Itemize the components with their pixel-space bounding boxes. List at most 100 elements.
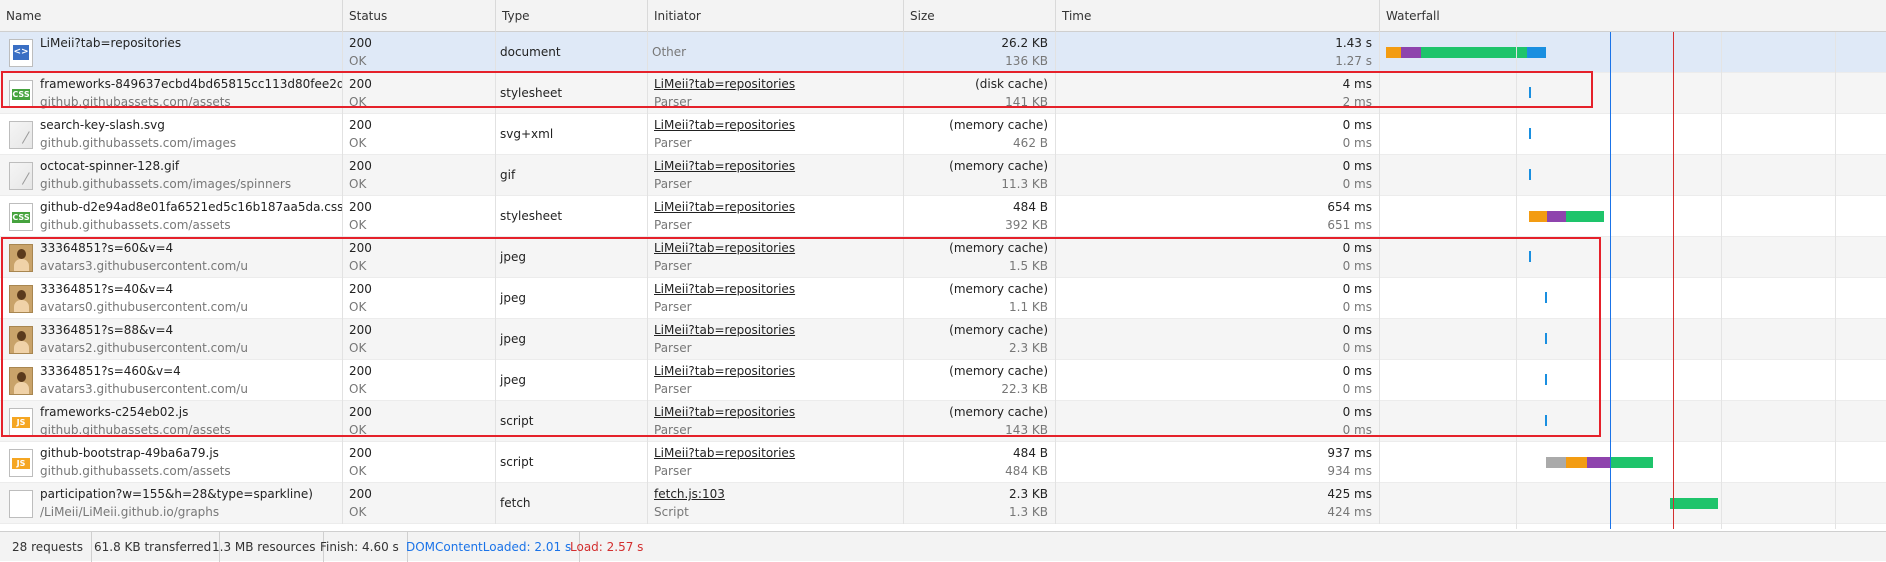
initiator-cell: LiMeii?tab=repositories Parser [648,196,904,237]
column-header-name[interactable]: Name [0,0,343,32]
size-cell: 2.3 KB 1.3 KB [904,483,1056,524]
initiator-link[interactable]: LiMeii?tab=repositories [654,118,795,132]
total-time: 425 ms [1327,487,1372,501]
file-type-label: <> [13,45,29,60]
total-time: 654 ms [1327,200,1372,214]
request-domain: github.githubassets.com/images [40,136,237,150]
request-name[interactable]: search-key-slash.svg [40,118,165,132]
resource-size: 484 KB [1005,464,1048,478]
blank-file-icon [9,490,33,518]
status-text: OK [349,218,367,232]
resource-size: 1.3 KB [1009,505,1048,519]
waterfall-gridline [1721,32,1722,529]
name-cell[interactable]: CSS github-d2e94ad8e01fa6521ed5c16b187aa5… [0,196,343,237]
status-text: OK [349,464,367,478]
waterfall-tick [1529,128,1531,139]
request-name[interactable]: github-bootstrap-49ba6a79.js [40,446,219,460]
status-text: OK [349,54,367,68]
request-domain: github.githubassets.com/assets [40,218,231,232]
waterfall-gridline [1835,32,1836,529]
request-name[interactable]: octocat-spinner-128.gif [40,159,179,173]
size-cell: (memory cache) 11.3 KB [904,155,1056,196]
initiator-type: Parser [654,177,692,191]
resource-type: stylesheet [500,209,563,223]
status-cell: 200 OK [343,32,496,73]
latency-time: 1.27 s [1335,54,1372,68]
status-cell: 200 OK [343,196,496,237]
name-cell[interactable]: participation?w=155&h=28&type=sparkline)… [0,483,343,524]
request-name[interactable]: participation?w=155&h=28&type=sparkline) [40,487,313,501]
table-row[interactable]: search-key-slash.svg github.githubassets.… [0,114,1886,155]
waterfall-cell[interactable] [1380,32,1886,73]
size-cell: 484 B 484 KB [904,442,1056,483]
status-text: OK [349,505,367,519]
waterfall-bar-segment [1670,498,1718,509]
total-time: 0 ms [1342,159,1372,173]
table-row[interactable]: <> LiMeii?tab=repositories 200 OK document Ot… [0,32,1886,73]
name-cell[interactable]: JS github-bootstrap-49ba6a79.js github.git… [0,442,343,483]
request-domain: github.githubassets.com/images/spinners [40,177,292,191]
highlight-box-css-request [1,71,1593,108]
resource-type: svg+xml [500,127,554,141]
name-cell[interactable]: <> LiMeii?tab=repositories [0,32,343,73]
request-domain: /LiMeii/LiMeii.github.io/graphs [40,505,220,519]
table-row[interactable]: octocat-spinner-128.gif github.githubasse… [0,155,1886,196]
status-code: 200 [349,159,372,173]
status-cell: 200 OK [343,114,496,155]
initiator-cell: Other [648,32,904,73]
waterfall-cell[interactable] [1380,442,1886,483]
resource-size: 11.3 KB [1001,177,1048,191]
time-cell: 1.43 s 1.27 s [1056,32,1380,73]
initiator-link[interactable]: fetch.js:103 [654,487,725,501]
transferred-size: (memory cache) [949,159,1048,173]
status-code: 200 [349,36,372,50]
status-text: OK [349,136,367,150]
finish-time: Finish: 4.60 s [312,532,408,562]
column-header-type[interactable]: Type [496,0,648,32]
time-cell: 937 ms 934 ms [1056,442,1380,483]
transferred-size: 484 B [1013,446,1048,460]
request-name[interactable]: github-d2e94ad8e01fa6521ed5c16b187aa5da.… [40,200,342,214]
column-header-size[interactable]: Size [904,0,1056,32]
column-header-status[interactable]: Status [343,0,496,32]
column-header-time[interactable]: Time [1056,0,1380,32]
size-cell: (memory cache) 462 B [904,114,1056,155]
file-type-label: CSS [12,212,30,223]
size-cell: 484 B 392 KB [904,196,1056,237]
request-name[interactable]: LiMeii?tab=repositories [40,36,181,50]
type-cell: script [496,442,648,483]
latency-time: 651 ms [1327,218,1372,232]
waterfall-bar-segment [1566,211,1604,222]
table-row[interactable]: JS github-bootstrap-49ba6a79.js github.git… [0,442,1886,483]
transferred-size: 2.3 KB [1009,487,1048,501]
latency-time: 424 ms [1327,505,1372,519]
initiator-link[interactable]: LiMeii?tab=repositories [654,200,795,214]
initiator-link[interactable]: LiMeii?tab=repositories [654,446,795,460]
resource-size: 462 B [1013,136,1048,150]
name-cell[interactable]: search-key-slash.svg github.githubassets.… [0,114,343,155]
latency-time: 0 ms [1342,177,1372,191]
waterfall-cell[interactable] [1380,196,1886,237]
status-cell: 200 OK [343,483,496,524]
status-cell: 200 OK [343,155,496,196]
time-cell: 0 ms 0 ms [1056,114,1380,155]
waterfall-bar-segment [1587,457,1610,468]
name-cell[interactable]: octocat-spinner-128.gif github.githubasse… [0,155,343,196]
image-file-icon [9,162,33,190]
waterfall-cell[interactable] [1380,114,1886,155]
load-line [1673,32,1674,529]
resource-type: fetch [500,496,531,510]
resource-type: document [500,45,561,59]
resource-size: 392 KB [1005,218,1048,232]
table-row[interactable]: CSS github-d2e94ad8e01fa6521ed5c16b187aa5… [0,196,1886,237]
js-file-icon: JS [9,449,33,477]
waterfall-cell[interactable] [1380,483,1886,524]
initiator-link[interactable]: LiMeii?tab=repositories [654,159,795,173]
column-header-waterfall[interactable]: Waterfall [1380,0,1886,32]
column-header-initiator[interactable]: Initiator [648,0,904,32]
transferred-size: 484 B [1013,200,1048,214]
table-row[interactable]: participation?w=155&h=28&type=sparkline)… [0,483,1886,524]
waterfall-cell[interactable] [1380,155,1886,196]
resources-size: 1.3 MB resources [204,532,325,562]
waterfall-tick [1529,169,1531,180]
